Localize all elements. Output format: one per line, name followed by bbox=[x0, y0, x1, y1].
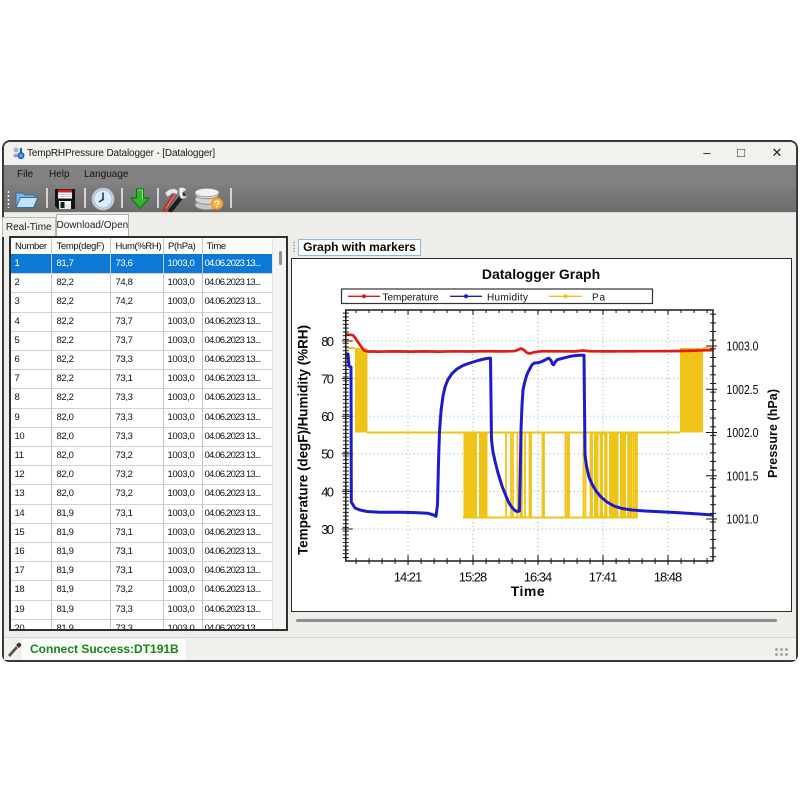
svg-text:15:28: 15:28 bbox=[459, 570, 487, 585]
svg-text:Time: Time bbox=[511, 583, 545, 599]
svg-text:70: 70 bbox=[321, 372, 334, 387]
svg-text:Pressure (hPa): Pressure (hPa) bbox=[766, 389, 780, 478]
svg-text:Datalogger Graph: Datalogger Graph bbox=[482, 266, 600, 282]
svg-text:1001.0: 1001.0 bbox=[727, 512, 759, 527]
svg-text:30: 30 bbox=[321, 522, 334, 537]
svg-text:Temperature: Temperature bbox=[383, 293, 439, 304]
svg-text:40: 40 bbox=[321, 484, 334, 499]
svg-text:50: 50 bbox=[321, 447, 334, 462]
svg-text:18:48: 18:48 bbox=[654, 570, 682, 585]
svg-text:14:21: 14:21 bbox=[394, 570, 422, 585]
svg-text:1002.5: 1002.5 bbox=[727, 382, 759, 397]
svg-text:80: 80 bbox=[321, 334, 334, 349]
svg-text:17:41: 17:41 bbox=[589, 570, 617, 585]
svg-text:Humidity: Humidity bbox=[487, 293, 528, 304]
svg-text:1003.0: 1003.0 bbox=[727, 339, 759, 354]
svg-text:60: 60 bbox=[321, 409, 334, 424]
svg-text:Temperature (degF)/Humidity (%: Temperature (degF)/Humidity (%RH) bbox=[296, 325, 311, 555]
svg-text:Pa: Pa bbox=[592, 293, 605, 304]
svg-text:1001.5: 1001.5 bbox=[727, 469, 759, 484]
svg-text:?: ? bbox=[214, 200, 220, 211]
svg-text:1002.0: 1002.0 bbox=[727, 425, 759, 440]
